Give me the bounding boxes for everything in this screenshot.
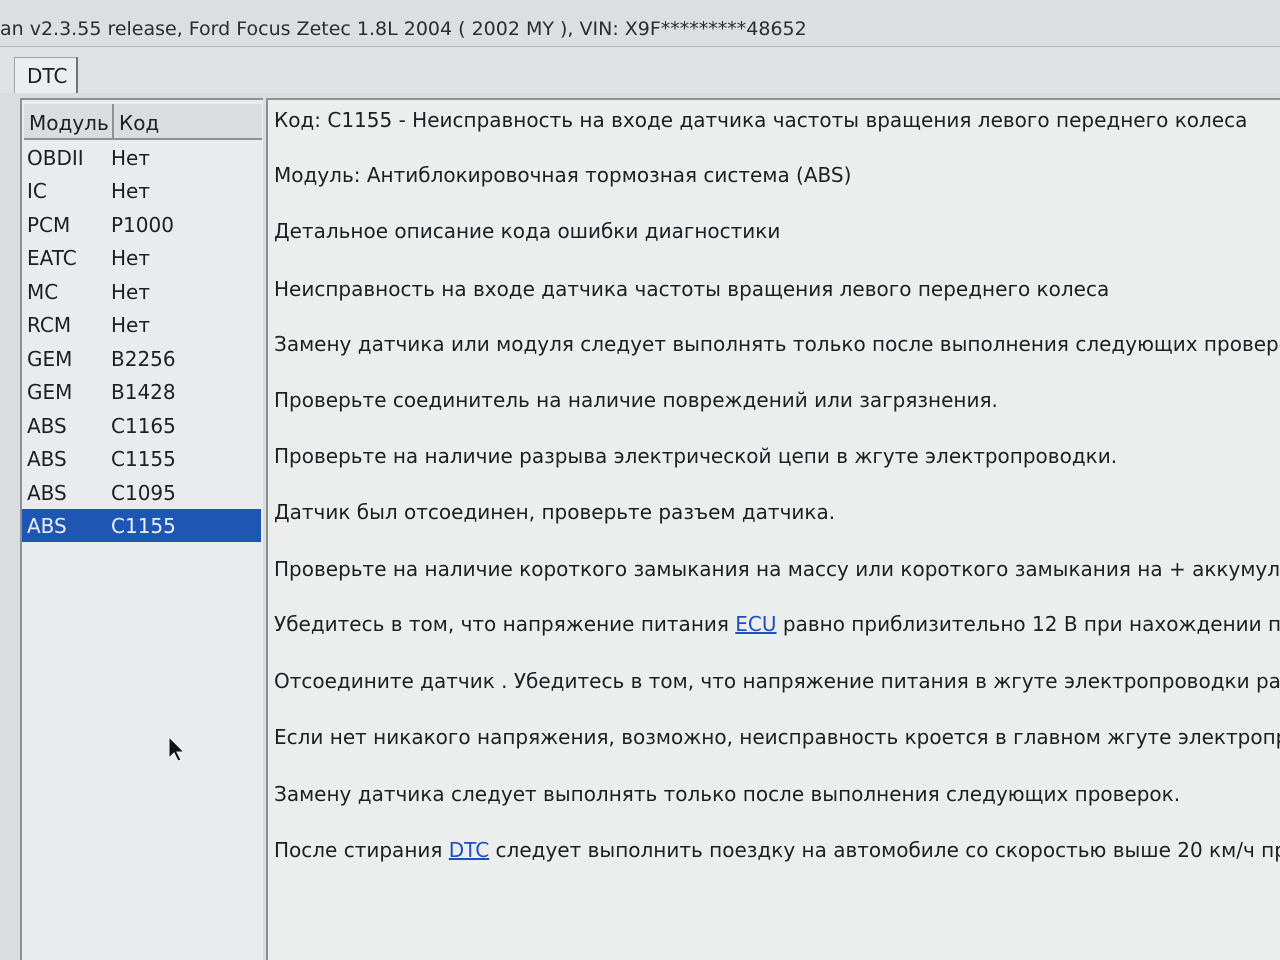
tab-strip: DTC (0, 47, 1280, 93)
dtc-row[interactable]: EATC Нет (22, 241, 261, 274)
mouse-pointer-icon (168, 736, 186, 762)
column-header-code[interactable]: Код (119, 111, 159, 135)
dtc-list-header: Модуль Код (24, 104, 262, 140)
dtc-module-cell: ABS (27, 414, 67, 438)
description-line: Замену датчика следует выполнять только … (274, 782, 1181, 806)
description-line: Проверьте соединитель на наличие поврежд… (274, 388, 998, 412)
dtc-module-cell: IC (27, 179, 47, 203)
description-line-after-clear: После стирания DTC следует выполнить пое… (274, 838, 1280, 862)
description-line: Датчик был отсоединен, проверьте разъем … (274, 500, 836, 524)
dtc-code-cell: Нет (111, 146, 150, 170)
dtc-module-cell: MC (27, 280, 59, 304)
dtc-module-cell: ABS (27, 514, 67, 538)
dtc-code-cell: P1000 (111, 213, 174, 237)
dtc-row[interactable]: GEM B1428 (22, 375, 261, 408)
dtc-module-cell: GEM (27, 380, 73, 404)
dtc-row[interactable]: ABS C1165 (22, 409, 261, 442)
dtc-row[interactable]: ABS C1155 (22, 442, 261, 475)
dtc-code-cell: C1155 (111, 514, 176, 538)
dtc-row[interactable]: MC Нет (22, 275, 261, 308)
dtc-module-cell: RCM (27, 313, 72, 337)
dtc-code-cell: C1095 (111, 481, 176, 505)
dtc-code-cell: B1428 (111, 380, 176, 404)
description-section-title: Детальное описание кода ошибки диагности… (274, 219, 781, 243)
dtc-code-cell: C1155 (111, 447, 176, 471)
dtc-row[interactable]: RCM Нет (22, 308, 261, 341)
description-text: равно приблизительно 12 В при нахождении… (776, 612, 1280, 636)
description-line-voltage: Убедитесь в том, что напряжение питания … (274, 612, 1280, 636)
dtc-row[interactable]: GEM B2256 (22, 342, 261, 375)
tab-dtc[interactable]: DTC (14, 57, 78, 93)
window-title: an v2.3.55 release, Ford Focus Zetec 1.8… (0, 18, 807, 40)
description-line: Отсоедините датчик . Убедитесь в том, чт… (274, 669, 1280, 693)
title-bar: an v2.3.55 release, Ford Focus Zetec 1.8… (0, 0, 1280, 47)
description-line: Если нет никакого напряжения, возможно, … (274, 725, 1280, 749)
dtc-module-cell: OBDII (27, 146, 84, 170)
dtc-row[interactable]: ABS C1095 (22, 476, 261, 509)
dtc-module-cell: ABS (27, 447, 67, 471)
dtc-code-cell: C1165 (111, 414, 176, 438)
dtc-module-cell: EATC (27, 246, 77, 270)
description-text: следует выполнить поездку на автомобиле … (489, 838, 1280, 862)
tab-dtc-label: DTC (27, 64, 68, 88)
dtc-code-title: Код: C1155 - Неисправность на входе датч… (274, 108, 1248, 132)
column-header-module[interactable]: Модуль (29, 111, 109, 135)
dtc-code-cell: Нет (111, 313, 150, 337)
dtc-description-panel[interactable]: Код: C1155 - Неисправность на входе датч… (266, 98, 1280, 960)
dtc-row[interactable]: IC Нет (22, 174, 261, 207)
dtc-code-cell: Нет (111, 179, 150, 203)
dtc-list[interactable]: Модуль Код OBDII Нет IC Нет PCM P1000 EA… (20, 98, 263, 960)
dtc-link[interactable]: DTC (449, 838, 489, 862)
column-divider[interactable] (112, 104, 114, 138)
description-line: Замену датчика или модуля следует выполн… (274, 332, 1280, 356)
dtc-module-cell: ABS (27, 481, 67, 505)
dtc-code-cell: Нет (111, 280, 150, 304)
dtc-code-cell: B2256 (111, 347, 176, 371)
dtc-module-cell: PCM (27, 213, 71, 237)
dtc-row[interactable]: OBDII Нет (22, 141, 261, 174)
description-text: После стирания (274, 838, 449, 862)
description-text: Убедитесь в том, что напряжение питания (274, 612, 736, 636)
ecu-link[interactable]: ECU (735, 612, 776, 636)
description-line: Проверьте на наличие разрыва электрическ… (274, 444, 1118, 468)
description-line: Проверьте на наличие короткого замыкания… (274, 557, 1280, 581)
dtc-module-line: Модуль: Антиблокировочная тормозная сист… (274, 163, 852, 187)
dtc-code-cell: Нет (111, 246, 150, 270)
dtc-module-cell: GEM (27, 347, 73, 371)
description-line: Неисправность на входе датчика частоты в… (274, 277, 1110, 301)
dtc-row[interactable]: PCM P1000 (22, 208, 261, 241)
dtc-row-selected[interactable]: ABS C1155 (22, 509, 261, 542)
